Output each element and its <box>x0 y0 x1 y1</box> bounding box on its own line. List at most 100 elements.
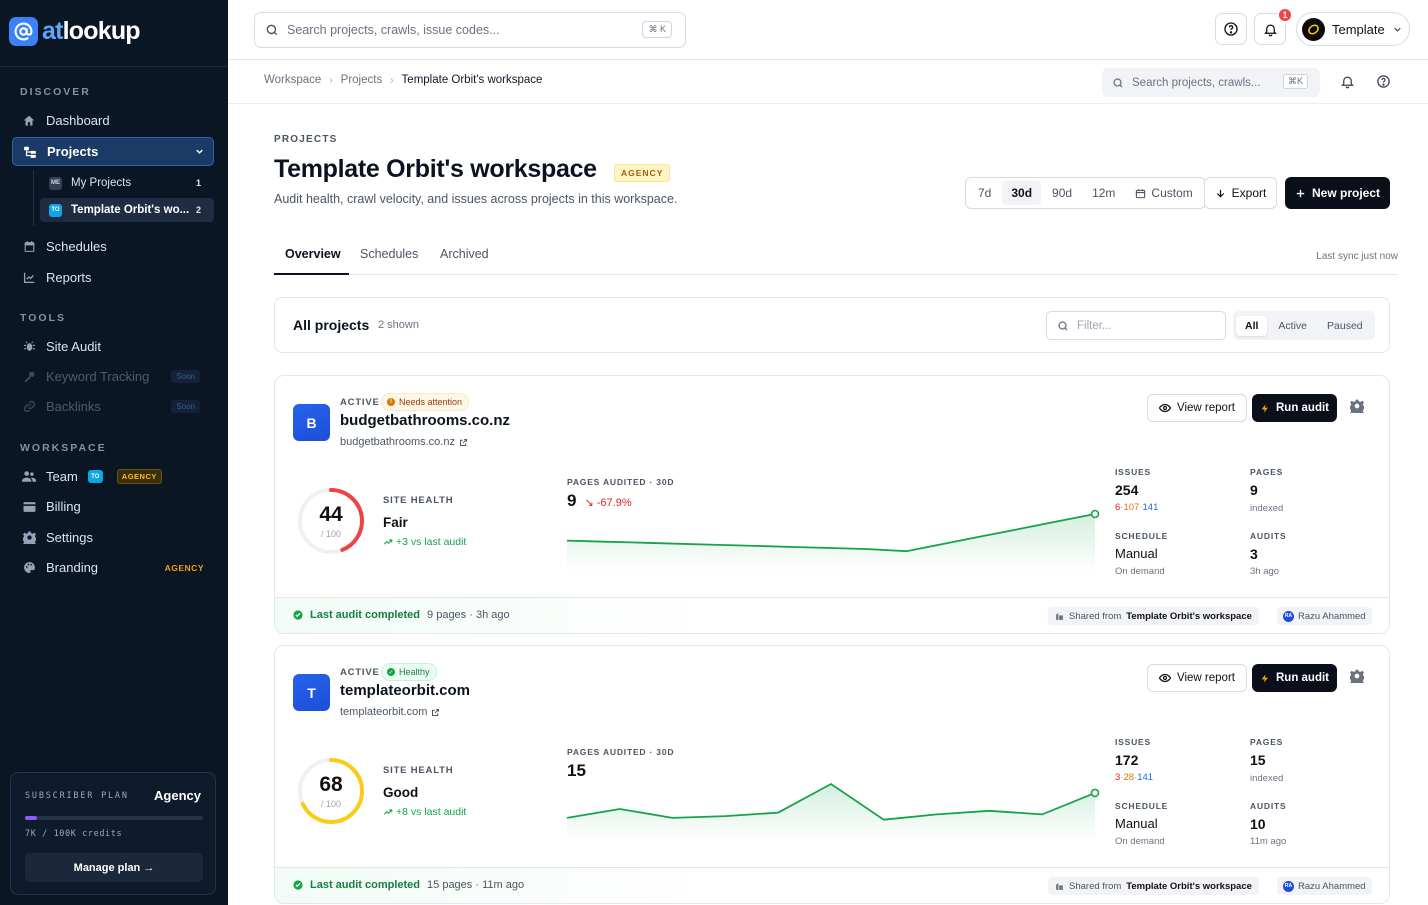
link-icon <box>22 400 36 414</box>
trend-up-icon <box>383 537 393 547</box>
schedule-value: Manual <box>1115 816 1158 831</box>
last-sync-text: Last sync just now <box>1316 251 1398 262</box>
status-badge: ! Needs attention <box>381 393 470 411</box>
sidebar-item-billing[interactable]: Billing <box>12 492 214 521</box>
tab-overview[interactable]: Overview <box>285 247 341 261</box>
check-circle-icon: ✓ <box>387 668 395 676</box>
project-avatar: TO <box>49 203 62 217</box>
sidebar-item-keyword-tracking[interactable]: Keyword Tracking Soon <box>12 362 214 391</box>
project-domain[interactable]: budgetbathrooms.co.nz <box>340 412 510 429</box>
eye-icon <box>1159 672 1172 684</box>
sidebar-subitem-template-orbit[interactable]: TO Template Orbit's wo... 2 <box>40 198 214 222</box>
segment-paused[interactable]: Paused <box>1318 316 1372 336</box>
sidebar-item-dashboard[interactable]: Dashboard <box>12 106 214 135</box>
breadcrumb-bar: Workspace › Projects › Template Orbit's … <box>228 61 1428 104</box>
filter-placeholder: Filter... <box>1077 319 1112 332</box>
sidebar-subitem-my-projects[interactable]: ME My Projects 1 <box>40 171 214 195</box>
sidebar: atlookup DISCOVER Dashboard Projects ME … <box>0 0 228 905</box>
sidebar-item-label: Billing <box>46 499 81 514</box>
range-30d[interactable]: 30d <box>1002 181 1042 205</box>
at-sign-icon <box>9 17 38 46</box>
schedule-sub: On demand <box>1115 836 1165 847</box>
audits-value: 10 <box>1250 816 1266 832</box>
sidebar-item-projects[interactable]: Projects <box>12 137 214 166</box>
project-url[interactable]: budgetbathrooms.co.nz <box>340 436 468 448</box>
top-bar: Search projects, crawls, issue codes... … <box>228 0 1428 60</box>
secondary-search-input[interactable]: Search projects, crawls... ⌘K <box>1102 68 1320 97</box>
gear-icon[interactable] <box>1350 399 1364 413</box>
building-icon <box>1055 882 1064 891</box>
last-audit-status: Last audit completed 15 pages · 11m ago <box>293 879 524 891</box>
bell-icon[interactable] <box>1340 74 1355 89</box>
project-domain[interactable]: templateorbit.com <box>340 682 470 699</box>
sidebar-item-team[interactable]: Team TO AGENCY <box>12 462 214 491</box>
project-card-footer: Last audit completed 15 pages · 11m ago … <box>275 867 1389 903</box>
sidebar-item-schedules[interactable]: Schedules <box>12 232 214 261</box>
sidebar-item-label: Team <box>46 469 78 484</box>
manage-plan-button[interactable]: Manage plan → <box>25 853 203 882</box>
notifications-button[interactable]: 1 <box>1254 7 1293 45</box>
tab-archived[interactable]: Archived <box>440 247 489 261</box>
soon-badge: Soon <box>171 370 200 383</box>
filter-input[interactable]: Filter... <box>1046 311 1226 340</box>
shared-from-label: Shared from <box>1069 880 1122 892</box>
range-90d[interactable]: 90d <box>1043 181 1081 205</box>
plus-icon <box>1295 188 1306 199</box>
breadcrumb-projects[interactable]: Projects <box>341 74 383 86</box>
view-report-button[interactable]: View report <box>1147 664 1247 692</box>
segment-active[interactable]: Active <box>1269 316 1316 336</box>
global-search-input[interactable]: Search projects, crawls, issue codes... … <box>254 12 686 48</box>
issues-mid: 28 <box>1123 772 1135 783</box>
range-7d[interactable]: 7d <box>969 181 1000 205</box>
run-audit-button[interactable]: Run audit <box>1252 664 1337 692</box>
credit-usage-fill <box>25 816 38 820</box>
run-audit-button[interactable]: Run audit <box>1252 394 1337 422</box>
issues-label: ISSUES <box>1115 467 1151 477</box>
brand-logo[interactable]: atlookup <box>9 17 141 46</box>
project-count: 2 <box>190 204 206 216</box>
sidebar-item-settings[interactable]: Settings <box>12 523 214 552</box>
schedule-value: Manual <box>1115 546 1158 561</box>
range-12m[interactable]: 12m <box>1083 181 1124 205</box>
sidebar-item-site-audit[interactable]: Site Audit <box>12 332 214 361</box>
breadcrumb-workspace[interactable]: Workspace <box>264 74 321 86</box>
project-url[interactable]: templateorbit.com <box>340 706 440 718</box>
brand-name: atlookup <box>42 17 141 45</box>
issues-total: 172 <box>1115 752 1139 768</box>
health-grade: Good <box>383 785 419 800</box>
notification-count: 1 <box>1277 7 1293 23</box>
active-tab-indicator <box>274 273 349 275</box>
shared-from-label: Shared from <box>1069 610 1122 622</box>
sidebar-item-backlinks[interactable]: Backlinks Soon <box>12 392 214 421</box>
plan-credits: 7K / 100K credits <box>25 829 123 839</box>
audits-sub: 11m ago <box>1250 836 1287 847</box>
user-menu[interactable]: Template <box>1296 12 1410 46</box>
chevron-down-icon[interactable] <box>194 146 205 157</box>
search-icon <box>1112 77 1124 89</box>
status-badge-label: Healthy <box>399 667 430 677</box>
alert-icon: ! <box>387 398 395 406</box>
project-url-text: budgetbathrooms.co.nz <box>340 436 455 448</box>
issues-mid: 107 <box>1123 502 1140 513</box>
export-button[interactable]: Export <box>1204 177 1277 209</box>
segment-all[interactable]: All <box>1236 315 1268 336</box>
project-card: B ACTIVE ! Needs attention budgetbathroo… <box>274 375 1390 634</box>
view-report-button[interactable]: View report <box>1147 394 1247 422</box>
palette-icon <box>22 561 36 575</box>
project-logo: B <box>293 404 330 441</box>
pages-sub: indexed <box>1250 773 1284 784</box>
gear-icon[interactable] <box>1350 669 1364 683</box>
range-custom-label: Custom <box>1151 186 1193 200</box>
run-audit-label: Run audit <box>1275 402 1330 414</box>
last-audit-meta: 9 pages · 3h ago <box>427 609 510 621</box>
health-delta-text: +8 vs last audit <box>396 806 467 818</box>
tab-schedules[interactable]: Schedules <box>360 247 418 261</box>
help-icon[interactable] <box>1376 74 1391 89</box>
range-custom[interactable]: Custom <box>1126 181 1201 205</box>
sidebar-item-branding[interactable]: Branding AGENCY <box>12 553 214 582</box>
sidebar-divider <box>0 66 228 67</box>
sidebar-item-reports[interactable]: Reports <box>12 263 214 292</box>
new-project-button[interactable]: New project <box>1285 177 1390 209</box>
new-project-label: New project <box>1311 186 1380 200</box>
help-button[interactable] <box>1215 13 1247 45</box>
